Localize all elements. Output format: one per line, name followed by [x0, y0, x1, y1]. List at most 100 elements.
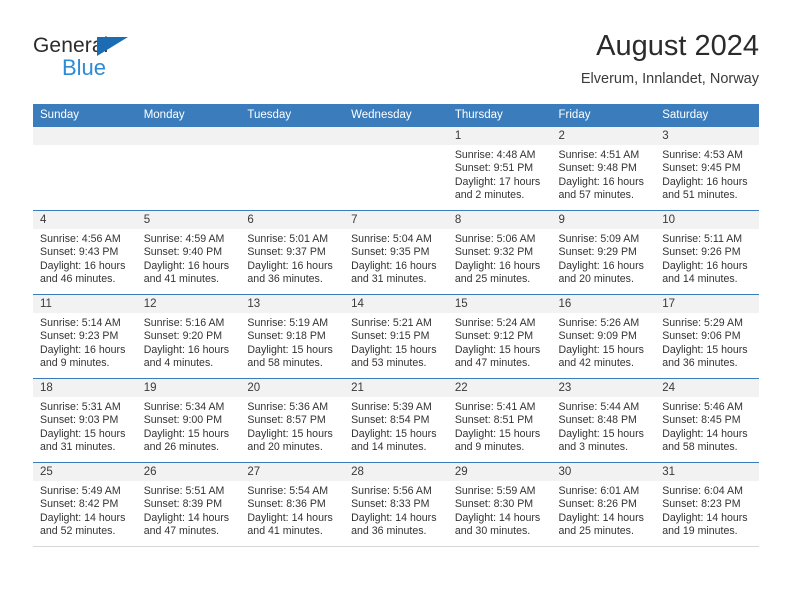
calendar-day-cell[interactable]: 24 Sunrise: 5:46 AM Sunset: 8:45 PM Dayligh… [655, 378, 759, 463]
calendar-grid: Sunday Monday Tuesday Wednesday Thursday… [33, 104, 759, 547]
daylight-duration-line2: and 42 minutes. [558, 356, 634, 369]
calendar-day-cell[interactable]: 22 Sunrise: 5:41 AM Sunset: 8:51 PM Dayligh… [447, 378, 552, 463]
calendar-day-cell[interactable]: 17 Sunrise: 5:29 AM Sunset: 9:06 PM Dayligh… [655, 294, 759, 379]
calendar-day-cell[interactable]: 3 Sunrise: 4:53 AM Sunset: 9:45 PM Daylight… [655, 127, 759, 211]
day-cell-inner: 9 Sunrise: 5:09 AM Sunset: 9:29 PM Daylight… [551, 211, 656, 294]
calendar-day-cell[interactable]: 16 Sunrise: 5:26 AM Sunset: 9:09 PM Dayligh… [551, 294, 656, 379]
sunset-time: Sunset: 9:29 PM [558, 246, 637, 259]
day-number: 17 [655, 295, 759, 313]
day-details: Sunrise: 5:56 AM Sunset: 8:33 PM Daylight:… [344, 481, 448, 538]
day-number: 13 [240, 295, 345, 313]
calendar-day-cell[interactable]: 7 Sunrise: 5:04 AM Sunset: 9:35 PM Daylight… [344, 210, 448, 295]
calendar-day-cell[interactable]: 25 Sunrise: 5:49 AM Sunset: 8:42 PM Dayligh… [33, 462, 137, 547]
daylight-duration-line2: and 9 minutes. [454, 440, 525, 453]
calendar-day-cell[interactable]: 18 Sunrise: 5:31 AM Sunset: 9:03 PM Dayligh… [33, 378, 137, 463]
calendar-day-cell[interactable]: 21 Sunrise: 5:39 AM Sunset: 8:54 PM Dayligh… [344, 378, 448, 463]
calendar-day-cell[interactable]: 29 Sunrise: 5:59 AM Sunset: 8:30 PM Dayligh… [447, 462, 552, 547]
sunrise-time: Sunrise: 5:24 AM [454, 317, 536, 329]
calendar-day-cell[interactable]: 28 Sunrise: 5:56 AM Sunset: 8:33 PM Dayligh… [344, 462, 448, 547]
calendar-day-cell[interactable]: 30 Sunrise: 6:01 AM Sunset: 8:26 PM Dayligh… [551, 462, 656, 547]
day-cell-inner: 20 Sunrise: 5:36 AM Sunset: 8:57 PM Dayligh… [240, 379, 345, 462]
calendar-day-cell[interactable]: 1 Sunrise: 4:48 AM Sunset: 9:51 PM Daylight… [447, 127, 552, 211]
sunrise-time: Sunrise: 5:06 AM [454, 233, 536, 245]
calendar-day-cell[interactable]: 4 Sunrise: 4:56 AM Sunset: 9:43 PM Daylight… [33, 210, 137, 295]
day-details: Sunrise: 4:51 AM Sunset: 9:48 PM Daylight:… [552, 145, 656, 202]
day-number: 28 [344, 463, 448, 481]
day-cell-inner: 18 Sunrise: 5:31 AM Sunset: 9:03 PM Dayligh… [33, 379, 137, 462]
sunrise-time: Sunrise: 5:14 AM [40, 317, 121, 329]
calendar-day-cell[interactable]: 26 Sunrise: 5:51 AM Sunset: 8:39 PM Dayligh… [136, 462, 241, 547]
calendar-day-cell[interactable]: 6 Sunrise: 5:01 AM Sunset: 9:37 PM Daylight… [240, 210, 345, 295]
day-number: 9 [551, 211, 656, 229]
sunset-time: Sunset: 8:57 PM [247, 414, 326, 427]
day-number: 4 [33, 211, 137, 229]
calendar-day-cell[interactable]: 31 Sunrise: 6:04 AM Sunset: 8:23 PM Dayligh… [655, 462, 759, 547]
calendar-day-cell[interactable]: 20 Sunrise: 5:36 AM Sunset: 8:57 PM Dayligh… [240, 378, 345, 463]
day-number [240, 127, 345, 145]
sunset-time: Sunset: 9:35 PM [351, 246, 430, 259]
day-details: Sunrise: 5:49 AM Sunset: 8:42 PM Daylight:… [33, 481, 137, 538]
daylight-duration-line2: and 14 minutes. [351, 440, 427, 453]
sunset-time: Sunset: 9:20 PM [143, 330, 223, 343]
sunset-time: Sunset: 9:43 PM [40, 246, 119, 259]
calendar-day-cell[interactable]: 9 Sunrise: 5:09 AM Sunset: 9:29 PM Daylight… [551, 210, 656, 295]
calendar-day-cell[interactable]: 5 Sunrise: 4:59 AM Sunset: 9:40 PM Daylight… [136, 210, 241, 295]
day-cell-inner: 8 Sunrise: 5:06 AM Sunset: 9:32 PM Daylight… [447, 211, 552, 294]
day-details [344, 145, 448, 149]
sunset-time: Sunset: 9:48 PM [558, 162, 637, 175]
daylight-duration-line1: Daylight: 14 hours [662, 427, 748, 440]
calendar-day-cell[interactable]: 12 Sunrise: 5:16 AM Sunset: 9:20 PM Dayligh… [136, 294, 241, 379]
daylight-duration-line2: and 41 minutes. [247, 524, 323, 537]
daylight-duration-line1: Daylight: 15 hours [558, 427, 644, 440]
day-number: 23 [551, 379, 656, 397]
sunrise-time: Sunrise: 5:41 AM [454, 401, 536, 413]
day-cell-inner: 24 Sunrise: 5:46 AM Sunset: 8:45 PM Dayligh… [655, 379, 759, 462]
brand-logo[interactable]: General Blue [33, 34, 213, 92]
calendar-day-cell[interactable]: 14 Sunrise: 5:21 AM Sunset: 9:15 PM Dayligh… [344, 294, 448, 379]
daylight-duration-line1: Daylight: 15 hours [143, 427, 230, 440]
calendar-day-cell[interactable]: 15 Sunrise: 5:24 AM Sunset: 9:12 PM Dayligh… [447, 294, 552, 379]
sunset-time: Sunset: 8:48 PM [558, 414, 637, 427]
calendar-week-row: 11 Sunrise: 5:14 AM Sunset: 9:23 PM Dayligh… [33, 294, 759, 379]
daylight-duration-line1: Daylight: 16 hours [143, 259, 230, 272]
weekday-header-saturday: Saturday [655, 104, 759, 127]
daylight-duration-line2: and 19 minutes. [662, 524, 738, 537]
calendar-day-cell[interactable]: 8 Sunrise: 5:06 AM Sunset: 9:32 PM Daylight… [447, 210, 552, 295]
day-cell-inner: 27 Sunrise: 5:54 AM Sunset: 8:36 PM Dayligh… [240, 463, 345, 546]
sunrise-time: Sunrise: 5:34 AM [143, 401, 225, 413]
calendar-day-cell[interactable]: 19 Sunrise: 5:34 AM Sunset: 9:00 PM Dayligh… [136, 378, 241, 463]
daylight-duration-line2: and 26 minutes. [143, 440, 220, 453]
day-details: Sunrise: 4:48 AM Sunset: 9:51 PM Daylight:… [448, 145, 552, 202]
day-number: 27 [240, 463, 345, 481]
sunset-time: Sunset: 9:09 PM [558, 330, 637, 343]
daylight-duration-line2: and 31 minutes. [351, 272, 427, 285]
daylight-duration-line2: and 36 minutes. [662, 356, 738, 369]
daylight-duration-line1: Daylight: 14 hours [247, 511, 333, 524]
weekday-header-thursday: Thursday [447, 104, 552, 127]
calendar-day-cell[interactable]: 13 Sunrise: 5:19 AM Sunset: 9:18 PM Dayligh… [240, 294, 345, 379]
sunset-time: Sunset: 9:12 PM [454, 330, 534, 343]
sunset-time: Sunset: 9:23 PM [40, 330, 119, 343]
day-number: 22 [447, 379, 552, 397]
day-details: Sunrise: 5:46 AM Sunset: 8:45 PM Daylight:… [655, 397, 759, 454]
daylight-duration-line1: Daylight: 16 hours [662, 259, 748, 272]
sunrise-time: Sunrise: 5:44 AM [558, 401, 640, 413]
sunset-time: Sunset: 8:33 PM [351, 498, 430, 511]
calendar-day-cell[interactable]: 11 Sunrise: 5:14 AM Sunset: 9:23 PM Dayligh… [33, 294, 137, 379]
daylight-duration-line2: and 53 minutes. [351, 356, 427, 369]
day-cell-inner: 26 Sunrise: 5:51 AM Sunset: 8:39 PM Dayligh… [136, 463, 241, 546]
daylight-duration-line1: Daylight: 16 hours [351, 259, 437, 272]
daylight-duration-line2: and 58 minutes. [662, 440, 738, 453]
calendar-day-cell[interactable]: 23 Sunrise: 5:44 AM Sunset: 8:48 PM Dayligh… [551, 378, 656, 463]
calendar-day-cell[interactable]: 2 Sunrise: 4:51 AM Sunset: 9:48 PM Daylight… [551, 127, 656, 211]
day-cell-inner: 30 Sunrise: 6:01 AM Sunset: 8:26 PM Dayligh… [551, 463, 656, 546]
day-details: Sunrise: 4:53 AM Sunset: 9:45 PM Daylight:… [655, 145, 759, 202]
page-subtitle: Elverum, Innlandet, Norway [580, 71, 759, 87]
day-details: Sunrise: 5:19 AM Sunset: 9:18 PM Daylight:… [240, 313, 344, 370]
day-cell-inner: 13 Sunrise: 5:19 AM Sunset: 9:18 PM Dayligh… [240, 295, 345, 378]
calendar-day-cell[interactable]: 27 Sunrise: 5:54 AM Sunset: 8:36 PM Dayligh… [240, 462, 345, 547]
day-cell-inner [344, 127, 448, 210]
sunset-time: Sunset: 8:36 PM [247, 498, 326, 511]
calendar-day-cell[interactable]: 10 Sunrise: 5:11 AM Sunset: 9:26 PM Dayligh… [655, 210, 759, 295]
sunset-time: Sunset: 8:30 PM [454, 498, 534, 511]
